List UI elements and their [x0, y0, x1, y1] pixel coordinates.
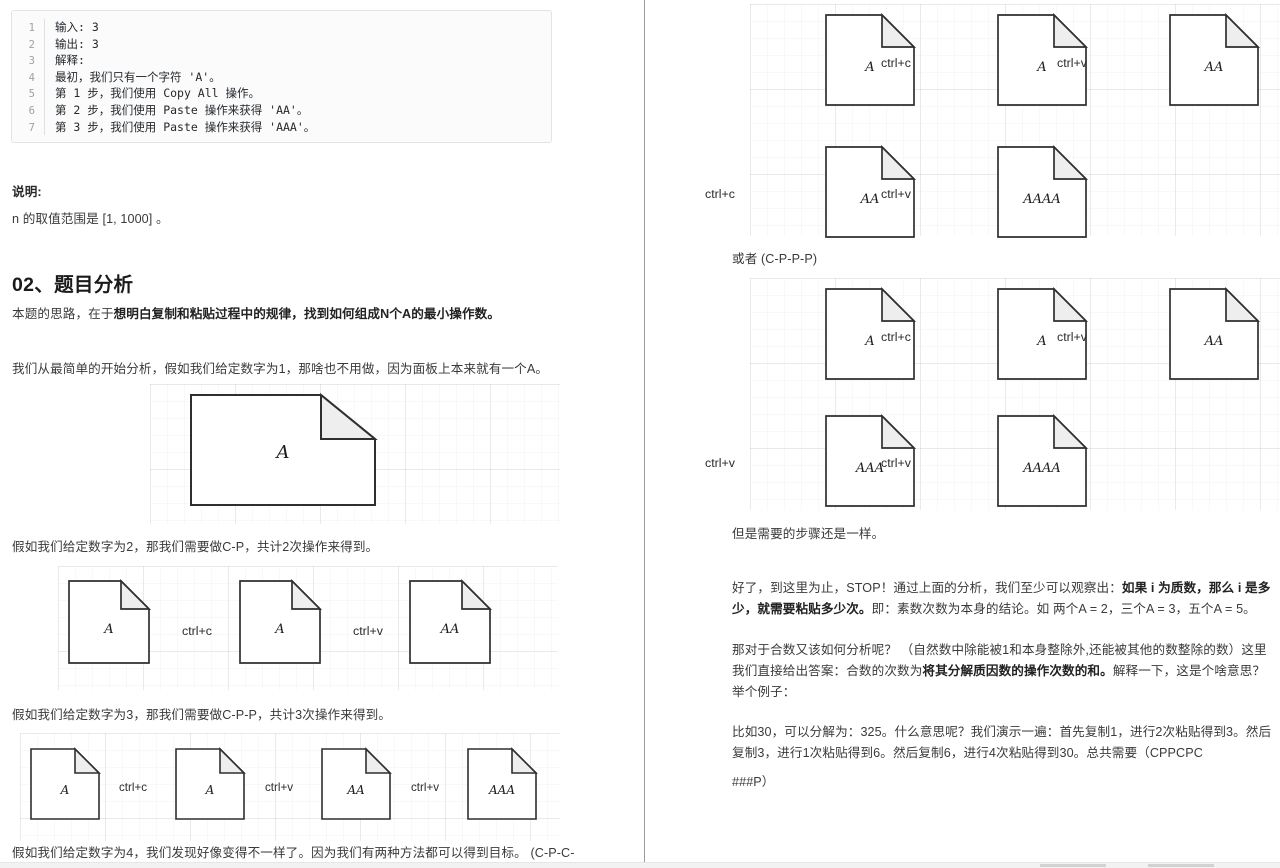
bottom-chrome-strip [0, 862, 1280, 868]
paragraph-composite: 那对于合数又该如何分析呢？ （自然数中除能被1和本身整除外,还能被其他的数整除的… [732, 640, 1278, 703]
operation-label: ctrl+c [119, 781, 148, 794]
document-label: AA [1204, 334, 1224, 349]
line-number: 1 [28, 22, 35, 34]
code-line: 4 最初，我们只有一个字符 'A'。 [12, 68, 551, 86]
document-label: A [275, 622, 285, 637]
code-line: 1 输入: 3 [12, 19, 551, 36]
line-number: 2 [28, 38, 35, 51]
document-icon: A [68, 578, 152, 664]
operation-label: ctrl+c [705, 187, 735, 201]
document-label: AAAA [1023, 192, 1061, 207]
code-text: 最初，我们只有一个字符 'A'。 [44, 68, 551, 86]
paragraph-n4: 假如我们给定数字为4，我们发现好像变得不一样了。因为我们有两种方法都可以得到目标… [12, 846, 575, 860]
operation-label: ctrl+c [881, 56, 911, 70]
note-title: 说明: [12, 185, 42, 199]
document-label: A [104, 622, 114, 637]
document-icon: A [239, 578, 323, 664]
paragraph-prime-tail: 即：素数次数为本身的结论。如 两个A = 2，三个A = 3，五个A = 5。 [871, 602, 1256, 616]
line-number: 3 [28, 55, 35, 68]
document-label: AA [1204, 60, 1224, 75]
document-icon: A [190, 392, 378, 506]
operation-label: ctrl+v [411, 781, 440, 794]
document-label: AAA [489, 783, 515, 797]
document-icon: AA [409, 578, 493, 664]
code-text: 输入: 3 [44, 19, 551, 36]
code-line: 7 第 3 步，我们使用 Paste 操作来获得 'AAA'。 [12, 118, 551, 136]
left-column: 1 输入: 3 2 输出: 3 3 解释: 4 最初，我们只有一个字符 'A'。… [0, 0, 644, 868]
caption-same-steps: 但是需要的步骤还是一样。 [732, 527, 885, 541]
document-icon: A [30, 747, 101, 820]
document-label: AA [347, 783, 365, 797]
document-icon: AA [1169, 12, 1261, 106]
paragraph-prime: 好了，到这里为止，STOP！通过上面的分析，我们至少可以观察出：如果 i 为质数… [732, 578, 1278, 620]
line-number: 5 [28, 88, 35, 101]
intro-plain: 本题的思路，在于 [12, 307, 114, 321]
document-icon: AA [1169, 286, 1261, 380]
paragraph-prime-lead: 好了，到这里为止，STOP！通过上面的分析，我们至少可以观察出： [732, 581, 1122, 595]
paragraph-n2: 假如我们给定数字为2，那我们需要做C-P，共计2次操作来得到。 [12, 540, 379, 554]
operation-label: ctrl+c [881, 330, 911, 344]
operation-label: ctrl+v [353, 624, 383, 638]
document-label: AA [440, 622, 460, 637]
caption-alternative: 或者 (C-P-P-P) [732, 252, 818, 266]
operation-label: ctrl+v [705, 456, 735, 470]
right-column: A ctrl+c A ctrl+v AA ctrl+c AA ctrl+v AA… [645, 0, 1280, 868]
code-line: 3 解释: [12, 52, 551, 69]
document-label: A [205, 783, 215, 797]
document-icon: AAAA [997, 144, 1089, 238]
document-icon: AAAA [997, 413, 1089, 507]
paragraph-example: 比如30，可以分解为：325。什么意思呢？我们演示一遍：首先复制1，进行2次粘贴… [732, 725, 1272, 760]
line-number: 4 [28, 71, 35, 84]
paragraph-n1: 我们从最简单的开始分析，假如我们给定数字为1，那啥也不用做，因为面板上本来就有一… [12, 362, 549, 376]
line-number: 6 [28, 104, 35, 117]
chrome-tick [1040, 864, 1106, 867]
code-text: 第 1 步，我们使用 Copy All 操作。 [44, 85, 551, 102]
code-line: 5 第 1 步，我们使用 Copy All 操作。 [12, 85, 551, 102]
document-icon: AA [321, 747, 392, 820]
operation-label: ctrl+v [881, 187, 911, 201]
intro-bold: 想明白复制和粘贴过程中的规律，找到如何组成N个A的最小操作数。 [113, 307, 501, 321]
document-page: 1 输入: 3 2 输出: 3 3 解释: 4 最初，我们只有一个字符 'A'。… [0, 0, 1280, 868]
code-line: 2 输出: 3 [12, 35, 551, 53]
line-number: 7 [28, 121, 35, 134]
paragraph-composite-bold: 将其分解质因数的操作次数的和。 [922, 664, 1113, 678]
document-label: A [60, 783, 70, 797]
document-label: AAAA [1023, 461, 1061, 476]
document-icon: A [175, 747, 246, 820]
paragraph-example-tail: ###P） [732, 775, 775, 789]
code-block: 1 输入: 3 2 输出: 3 3 解释: 4 最初，我们只有一个字符 'A'。… [11, 10, 552, 143]
operation-label: ctrl+c [182, 624, 212, 638]
code-text: 第 2 步，我们使用 Paste 操作来获得 'AA'。 [44, 101, 551, 119]
intro-paragraph: 本题的思路，在于想明白复制和粘贴过程中的规律，找到如何组成N个A的最小操作数。 [12, 304, 622, 325]
operation-label: ctrl+v [1057, 330, 1087, 344]
document-icon: AAA [467, 747, 538, 820]
operation-label: ctrl+v [1057, 56, 1087, 70]
chrome-tick [1148, 864, 1214, 867]
document-label: A [276, 442, 290, 463]
operation-label: ctrl+v [265, 781, 294, 794]
code-text: 解释: [44, 52, 551, 69]
code-text: 第 3 步，我们使用 Paste 操作来获得 'AAA'。 [44, 118, 551, 136]
code-line: 6 第 2 步，我们使用 Paste 操作来获得 'AA'。 [12, 101, 551, 119]
note-body: n 的取值范围是 [1, 1000] 。 [12, 212, 169, 226]
operation-label: ctrl+v [881, 456, 911, 470]
paragraph-n3: 假如我们给定数字为3，那我们需要做C-P-P，共计3次操作来得到。 [12, 708, 392, 722]
code-text: 输出: 3 [44, 35, 551, 53]
section-heading: 02、题目分析 [12, 274, 134, 296]
